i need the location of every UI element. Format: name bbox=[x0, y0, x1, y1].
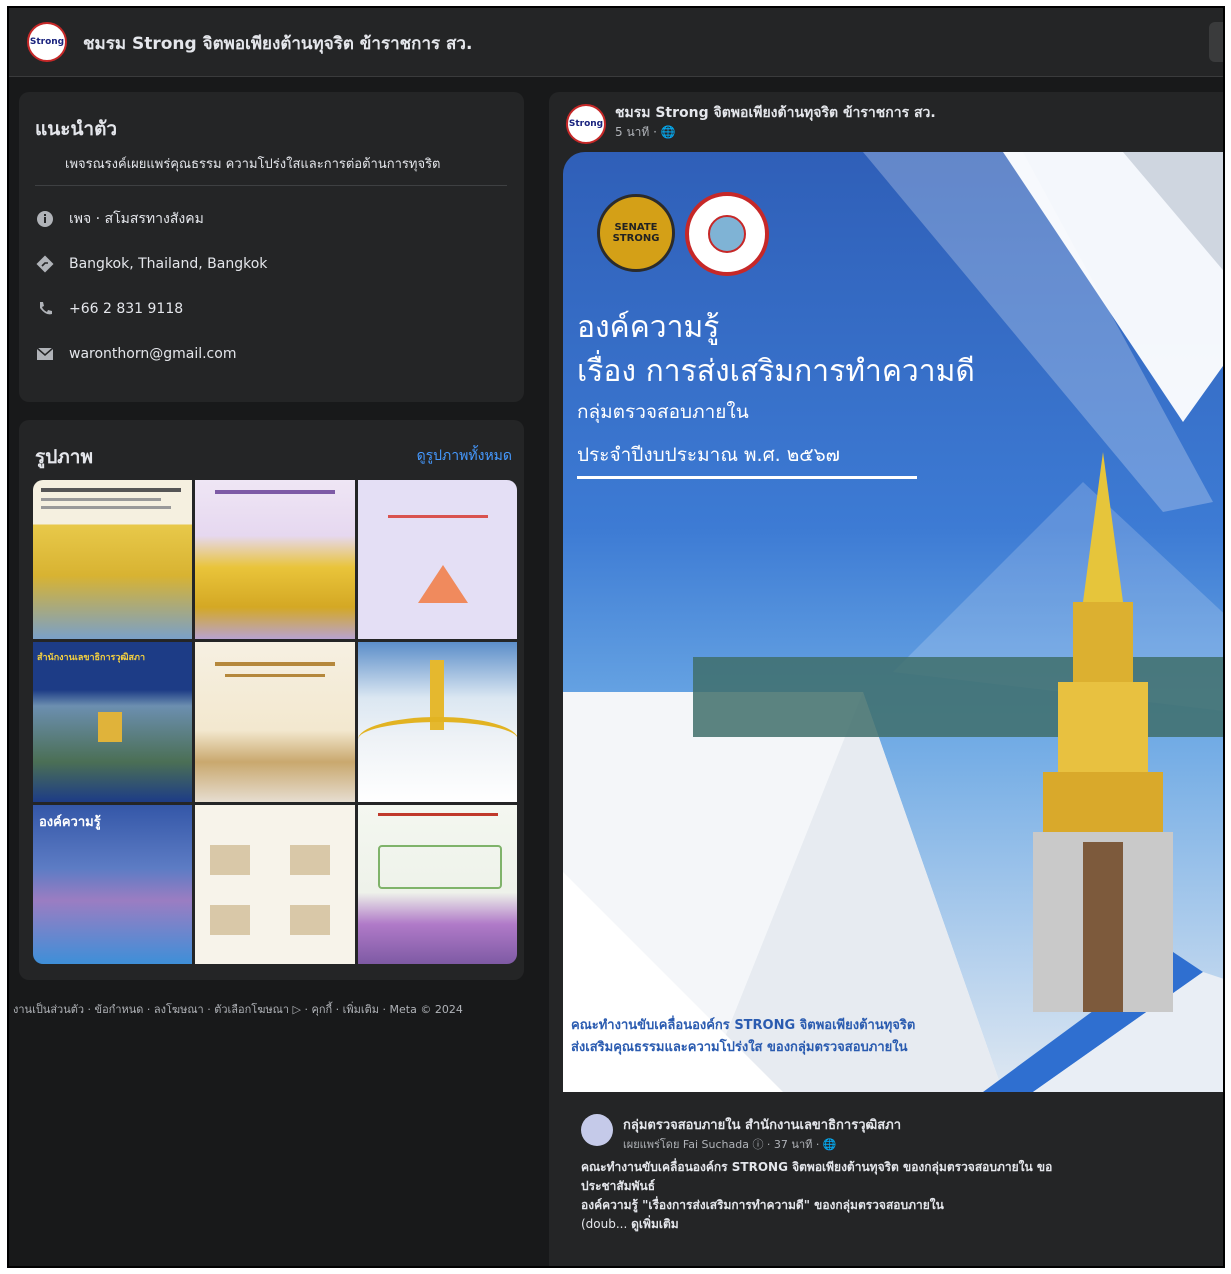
see-all-photos-link[interactable]: ดูรูปภาพทั้งหมด bbox=[417, 445, 512, 467]
tile-caption: องค์ความรู้ bbox=[39, 814, 101, 830]
shared-author-name[interactable]: กลุ่มตรวจสอบภายใน สำนักงานเลขาธิการวุฒิส… bbox=[623, 1114, 901, 1135]
location-pin-icon bbox=[35, 254, 55, 274]
page-header: Strong ชมรม Strong จิตพอเพียงต้านทุจริต … bbox=[9, 8, 1223, 77]
shared-text-line: คณะทำงานขับเคลื่อนองค์กร STRONG จิตพอเพี… bbox=[581, 1160, 1053, 1174]
image-footer-line1: คณะทำงานขับเคลื่อนองค์กร STRONG จิตพอเพี… bbox=[571, 1018, 916, 1033]
shared-post-meta: เผยแพร่โดย Fai Suchada ⓘ · 37 นาที · 🌐 bbox=[623, 1138, 837, 1151]
spire-illustration bbox=[1033, 452, 1173, 1012]
category-text: เพจ · สโมสรทางสังคม bbox=[69, 211, 204, 227]
intro-card: แนะนำตัว เพจรณรงค์เผยแพร่คุณธรรม ความโปร… bbox=[19, 92, 524, 402]
post-timestamp[interactable]: 5 นาที · 🌐 bbox=[615, 123, 676, 142]
image-title-line2: เรื่อง การส่งเสริมการทำความดี bbox=[577, 354, 975, 389]
info-phone: +66 2 831 9118 bbox=[35, 297, 183, 321]
feed-post: Strong ชมรม Strong จิตพอเพียงต้านทุจริต … bbox=[549, 92, 1223, 1266]
photos-heading: รูปภาพ bbox=[35, 446, 93, 468]
shared-text-line: ประชาสัมพันธ์ bbox=[581, 1179, 656, 1193]
anti-corruption-logo bbox=[685, 192, 769, 276]
avatar-text: Strong bbox=[29, 36, 65, 47]
image-title-line1: องค์ความรู้ bbox=[577, 310, 720, 345]
email-text[interactable]: waronthorn@gmail.com bbox=[69, 346, 236, 362]
see-more-link[interactable]: ดูเพิ่มเติม bbox=[631, 1217, 679, 1231]
info-location: Bangkok, Thailand, Bangkok bbox=[35, 252, 267, 276]
post-author-avatar[interactable]: Strong bbox=[566, 104, 606, 144]
photo-tile[interactable]: องค์ความรู้ bbox=[33, 804, 193, 964]
logo-text: SENATE STRONG bbox=[612, 222, 660, 244]
post-author-name[interactable]: ชมรม Strong จิตพอเพียงต้านทุจริต ข้าราชก… bbox=[615, 102, 936, 124]
image-year: ประจำปีงบประมาณ พ.ศ. ๒๕๖๗ bbox=[577, 440, 917, 479]
shared-author-avatar[interactable] bbox=[581, 1114, 613, 1146]
photo-tile[interactable] bbox=[195, 642, 355, 802]
avatar-text: Strong bbox=[568, 118, 604, 129]
page-title[interactable]: ชมรม Strong จิตพอเพียงต้านทุจริต ข้าราชก… bbox=[83, 30, 472, 57]
shared-text-line: (doub... bbox=[581, 1217, 628, 1231]
photo-tile[interactable] bbox=[195, 804, 355, 964]
info-email: waronthorn@gmail.com bbox=[35, 342, 236, 366]
tile-caption: สำนักงานเลขาธิการวุฒิสภา bbox=[37, 653, 146, 664]
shared-post-text: คณะทำงานขับเคลื่อนองค์กร STRONG จิตพอเพี… bbox=[581, 1158, 1201, 1234]
photo-tile[interactable] bbox=[357, 480, 517, 640]
phone-icon bbox=[35, 299, 55, 319]
page-frame: Strong ชมรม Strong จิตพอเพียงต้านทุจริต … bbox=[7, 6, 1225, 1268]
divider bbox=[35, 185, 507, 186]
mail-icon bbox=[35, 344, 55, 364]
image-subtitle: กลุ่มตรวจสอบภายใน bbox=[577, 401, 749, 423]
photos-card: รูปภาพ ดูรูปภาพทั้งหมด สำนักงานเลขาธิการ… bbox=[19, 420, 524, 980]
senate-strong-logo: SENATE STRONG bbox=[597, 194, 675, 272]
phone-text[interactable]: +66 2 831 9118 bbox=[69, 301, 183, 317]
info-category: เพจ · สโมสรทางสังคม bbox=[35, 207, 204, 231]
shared-text-line: องค์ความรู้ "เรื่องการส่งเสริมการทำความด… bbox=[581, 1198, 944, 1212]
photo-tile[interactable] bbox=[357, 804, 517, 964]
photo-tile[interactable] bbox=[33, 480, 193, 640]
shared-post: กลุ่มตรวจสอบภายใน สำนักงานเลขาธิการวุฒิส… bbox=[563, 1092, 1223, 1266]
page-avatar[interactable]: Strong bbox=[27, 22, 67, 62]
photo-tile[interactable]: สำนักงานเลขาธิการวุฒิสภา bbox=[33, 642, 193, 802]
site-footer-links[interactable]: งานเป็นส่วนตัว · ข้อกำหนด · ลงโฆษณา · ตั… bbox=[13, 1002, 523, 1018]
location-text[interactable]: Bangkok, Thailand, Bangkok bbox=[69, 256, 267, 272]
intro-heading: แนะนำตัว bbox=[35, 118, 118, 140]
photo-grid: สำนักงานเลขาธิการวุฒิสภา องค์ความรู้ bbox=[33, 480, 517, 964]
info-icon bbox=[35, 209, 55, 229]
post-image[interactable]: SENATE STRONG องค์ความรู้ เรื่อง การส่งเ… bbox=[563, 152, 1223, 1092]
header-action-button[interactable] bbox=[1209, 22, 1223, 62]
image-footer-line2: ส่งเสริมคุณธรรมและความโปร่งใส ของกลุ่มตร… bbox=[571, 1040, 908, 1055]
photo-tile[interactable] bbox=[195, 480, 355, 640]
intro-description: เพจรณรงค์เผยแพร่คุณธรรม ความโปร่งใสและกา… bbox=[65, 157, 441, 172]
photo-tile[interactable] bbox=[357, 642, 517, 802]
